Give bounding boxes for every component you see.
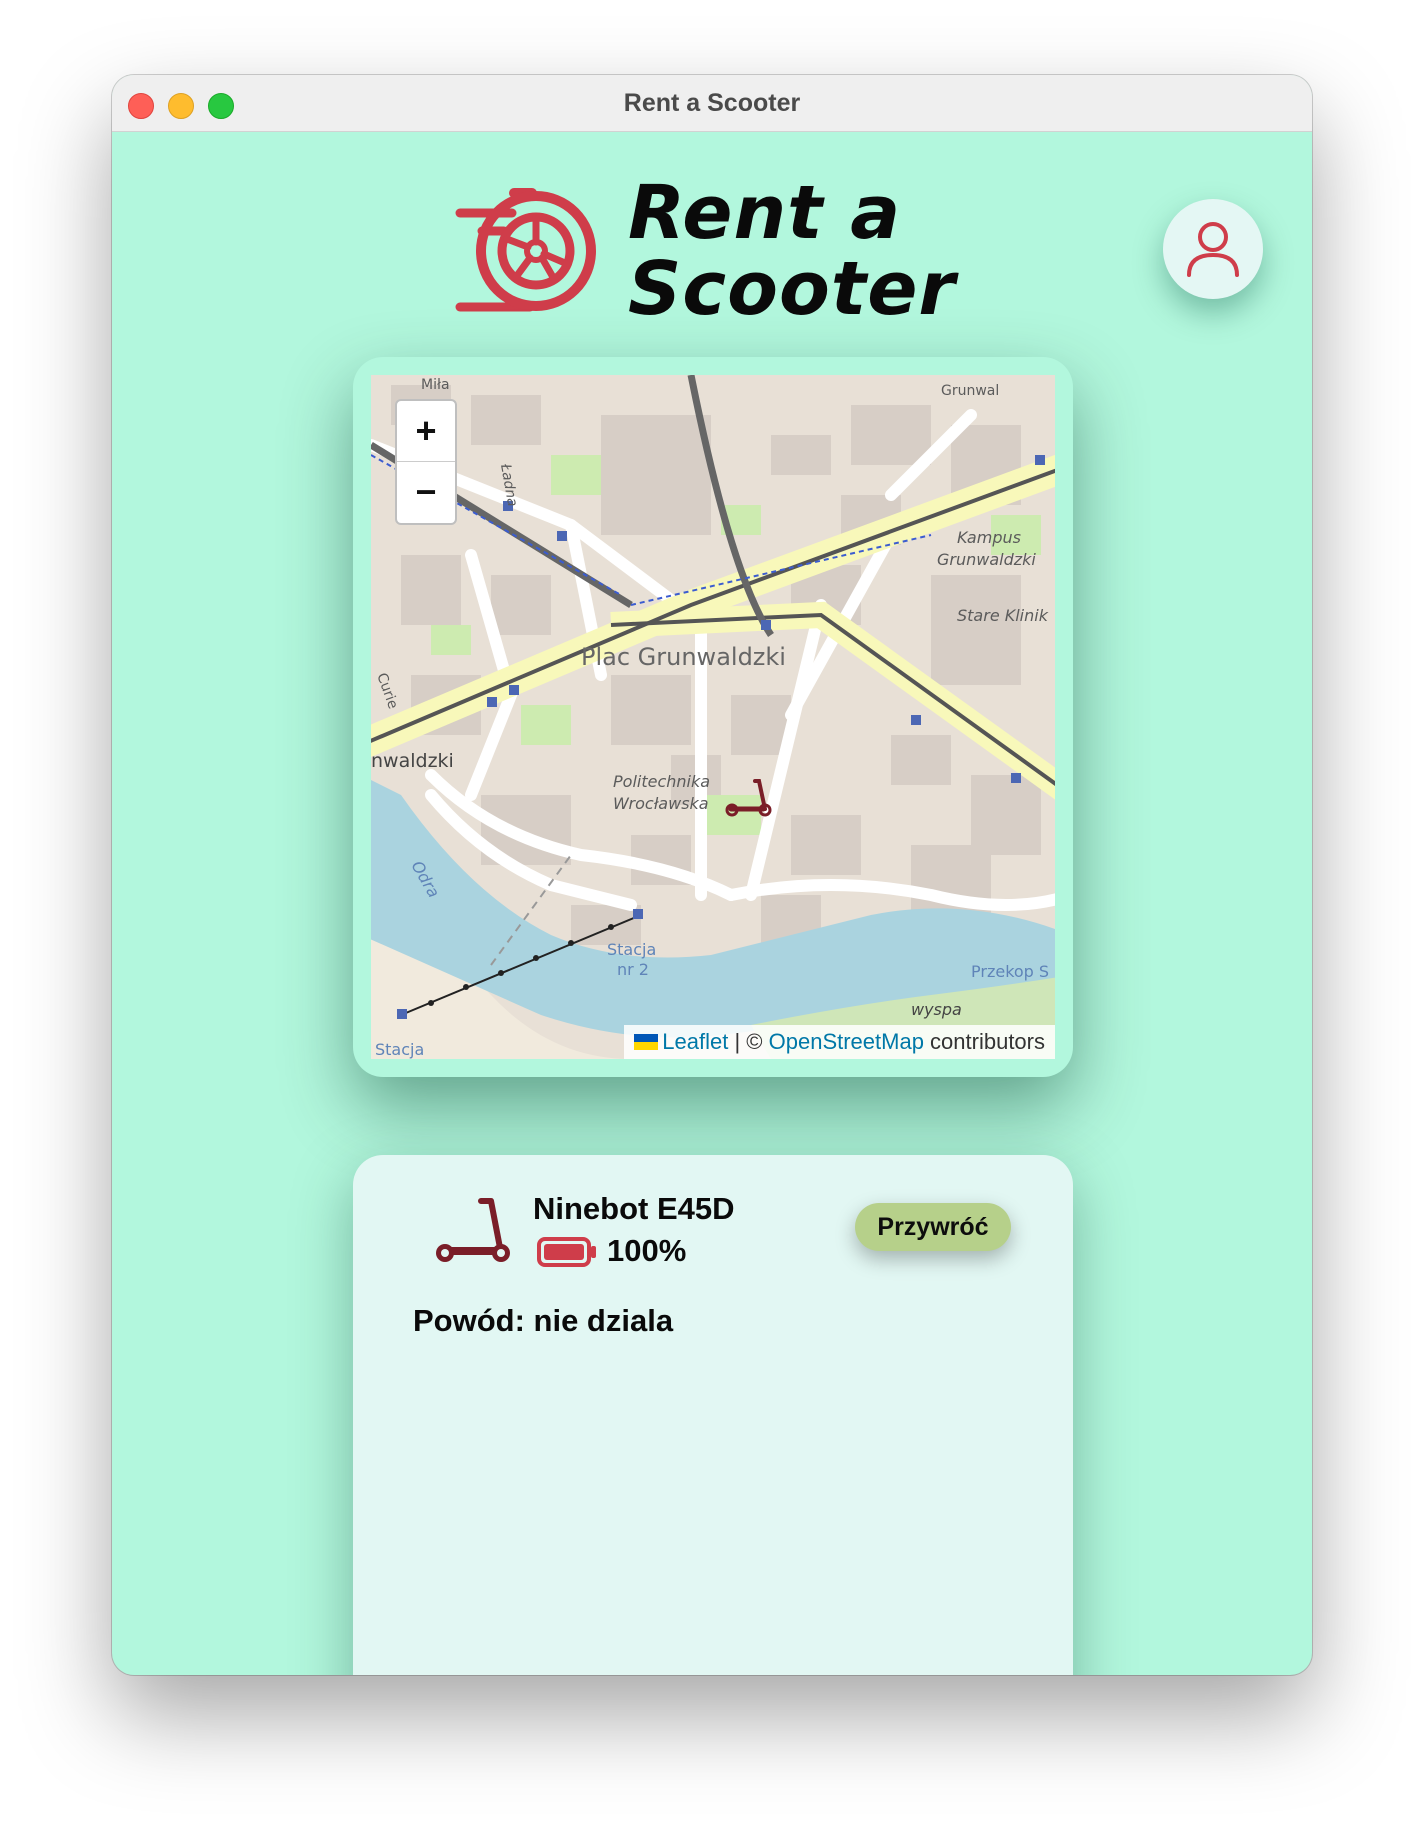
map-label-plac: Plac Grunwaldzki: [581, 643, 786, 671]
map-label-kampus-2: Grunwaldzki: [937, 550, 1036, 569]
ukraine-flag-icon: [634, 1034, 659, 1050]
map-card: Plac Grunwaldzki nwaldzki Kampus Grunwal…: [353, 357, 1073, 1077]
restore-button[interactable]: Przywróć: [855, 1203, 1011, 1251]
map-label-nr2: nr 2: [617, 960, 649, 979]
battery-icon: [537, 1237, 596, 1267]
zoom-out-button[interactable]: −: [397, 462, 455, 522]
scooter-model: Ninebot E45D: [533, 1191, 735, 1226]
logo-text: Rent a Scooter: [628, 175, 956, 327]
map-label-poli-1: Politechnika: [613, 772, 710, 791]
window-title: Rent a Scooter: [623, 89, 801, 117]
app-window: Rent a Scooter Rent a Scooter Plac Grunw…: [112, 75, 1312, 1675]
profile-button[interactable]: [1163, 199, 1263, 299]
map-label-grunwaldzki-west: nwaldzki: [371, 750, 454, 772]
map-label-przekop: Przekop S: [971, 962, 1049, 981]
openstreetmap-link[interactable]: OpenStreetMap: [769, 1029, 924, 1054]
failure-reason: Powód: nie dziala: [413, 1303, 674, 1338]
leaflet-link[interactable]: Leaflet: [662, 1029, 728, 1054]
map-label-kampus-1: Kampus: [957, 528, 1021, 547]
map-label-stare: Stare Klinik: [957, 606, 1049, 625]
map-label-stacja: Stacja: [607, 940, 656, 959]
map-tiles: Plac Grunwaldzki nwaldzki Kampus Grunwal…: [371, 375, 1055, 1059]
wheel-logo-icon: [455, 188, 596, 312]
map-label-mila: Miła: [421, 377, 450, 393]
title-bar: Rent a Scooter: [112, 75, 1312, 132]
map-label-stacja-bottom: Stacja: [375, 1040, 424, 1059]
scooter-icon: [436, 1198, 510, 1262]
map-label-poli-2: Wrocławska: [613, 794, 709, 813]
map-view[interactable]: Plac Grunwaldzki nwaldzki Kampus Grunwal…: [371, 375, 1055, 1059]
zoom-control: + −: [395, 399, 457, 525]
map-label-wyspa: wyspa: [911, 1000, 962, 1019]
scooter-info-card: Ninebot E45D 100% Przywróć Powód: nie dz…: [353, 1155, 1073, 1675]
battery-percentage: 100%: [607, 1233, 687, 1268]
map-label-grunwal-top: Grunwal: [941, 383, 999, 399]
logo-line-1: Rent a: [628, 170, 902, 256]
logo-line-2: Scooter: [628, 246, 956, 332]
map-attribution: Leaflet | © OpenStreetMap contributors: [624, 1025, 1055, 1059]
app-logo: Rent a Scooter: [452, 175, 955, 335]
user-icon: [1187, 222, 1239, 277]
attribution-contributors: contributors: [923, 1029, 1045, 1054]
zoom-in-button[interactable]: +: [397, 401, 455, 462]
scooter-marker-icon[interactable]: [723, 777, 773, 817]
attribution-separator: | ©: [728, 1029, 769, 1054]
